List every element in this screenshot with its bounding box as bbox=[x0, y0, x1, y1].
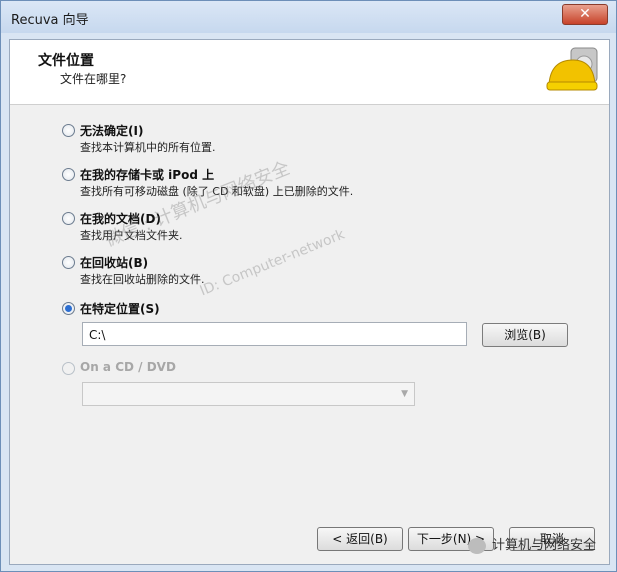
location-path-input[interactable]: C:\ bbox=[82, 322, 467, 346]
cd-drive-dropdown: ▼ bbox=[82, 382, 415, 406]
page-title: 文件位置 bbox=[38, 53, 94, 69]
wechat-icon bbox=[468, 537, 486, 554]
title-bar: Recuva 向导 ✕ bbox=[1, 1, 616, 33]
wechat-badge: 计算机与网络安全 bbox=[468, 534, 596, 562]
option-recycle-bin-desc: 查找在回收站删除的文件. bbox=[80, 273, 205, 286]
radio-memory-card[interactable] bbox=[62, 168, 75, 181]
option-recycle-bin-label: 在回收站(B) bbox=[80, 256, 149, 270]
watermark-id: ID: Computer-network bbox=[197, 226, 348, 300]
option-cd-dvd-label: On a CD / DVD bbox=[80, 360, 176, 374]
page-subtitle: 文件在哪里? bbox=[60, 72, 127, 86]
recuva-wizard-window: Recuva 向导 ✕ 文件位置 文件在哪里? 无法确定(I) 查找本计算机中的… bbox=[0, 0, 617, 572]
option-unknown-label: 无法确定(I) bbox=[80, 124, 144, 138]
option-unknown-desc: 查找本计算机中的所有位置. bbox=[80, 141, 216, 154]
radio-unknown[interactable] bbox=[62, 124, 75, 137]
close-button[interactable]: ✕ bbox=[562, 4, 608, 25]
chevron-down-icon: ▼ bbox=[401, 389, 408, 399]
wizard-client-area: 文件位置 文件在哪里? 无法确定(I) 查找本计算机中的所有位置. 在我的存储卡… bbox=[9, 39, 610, 565]
wizard-header: 文件位置 文件在哪里? bbox=[10, 40, 609, 105]
option-memory-card-label: 在我的存储卡或 iPod 上 bbox=[80, 168, 215, 182]
window-title: Recuva 向导 bbox=[11, 13, 89, 28]
browse-button[interactable]: 浏览(B) bbox=[482, 323, 568, 347]
back-button[interactable]: < 返回(B) bbox=[317, 527, 403, 551]
option-specific-location-label: 在特定位置(S) bbox=[80, 302, 160, 316]
radio-specific-location[interactable] bbox=[62, 302, 75, 315]
radio-cd-dvd bbox=[62, 362, 75, 375]
recuva-hardhat-logo-icon bbox=[546, 47, 598, 91]
radio-recycle-bin[interactable] bbox=[62, 256, 75, 269]
radio-my-documents[interactable] bbox=[62, 212, 75, 225]
wechat-badge-text: 计算机与网络安全 bbox=[492, 538, 597, 553]
